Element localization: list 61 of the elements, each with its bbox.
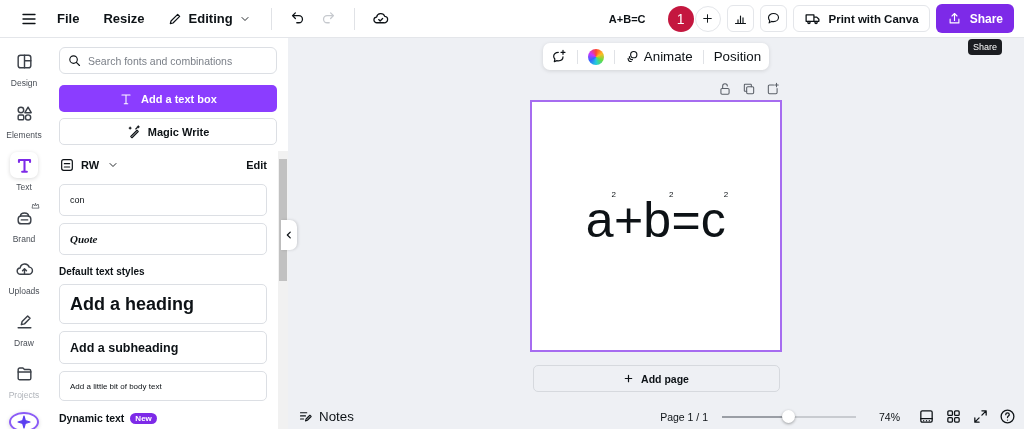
upload-icon	[946, 11, 962, 26]
position-button[interactable]: Position	[713, 49, 762, 64]
menu-button[interactable]: File	[47, 5, 90, 32]
grid-view-icon[interactable]	[945, 408, 962, 425]
page-view-icon[interactable]	[918, 408, 935, 425]
zoom-slider-thumb[interactable]	[782, 409, 795, 423]
magic-write-button[interactable]: Magic Write	[59, 118, 277, 145]
menu-button[interactable]: Resize	[93, 5, 155, 32]
brand-kit-dropdown[interactable]: RW	[81, 159, 120, 171]
notes-icon	[298, 409, 313, 424]
add-text-box-button[interactable]: Add a text box	[59, 85, 277, 112]
zoom-percentage[interactable]: 74%	[870, 410, 900, 423]
text-style-card[interactable]: Add a heading	[59, 284, 267, 324]
sparkle-icon	[16, 414, 32, 429]
sidebar-tab[interactable]: Design	[10, 48, 38, 88]
speech-bubble-icon	[765, 11, 781, 26]
section-title: Dynamic text	[59, 412, 125, 424]
layout-icon	[14, 51, 34, 71]
insights-button[interactable]	[726, 5, 754, 32]
plus-icon	[623, 373, 635, 384]
text-style-card[interactable]: Add a little bit of body text	[59, 371, 267, 401]
add-page-icon[interactable]	[766, 82, 780, 96]
crown-icon	[31, 201, 40, 210]
notes-button[interactable]: Notes	[298, 409, 354, 424]
collapse-panel-button[interactable]	[281, 220, 297, 250]
fullscreen-icon[interactable]	[972, 408, 989, 425]
user-avatar[interactable]: 1	[667, 5, 694, 32]
chevron-left-icon	[284, 230, 294, 240]
sidebar-tab[interactable]: Draw	[10, 308, 38, 348]
color-wheel-icon[interactable]	[587, 48, 604, 65]
scrollbar[interactable]	[278, 151, 288, 429]
magic-sparkle-button[interactable]	[9, 412, 39, 429]
edit-link[interactable]: Edit	[246, 159, 267, 171]
sidebar-tab[interactable]: Uploads	[8, 256, 40, 296]
section-title: Default text styles	[59, 266, 146, 277]
plus-icon	[701, 12, 715, 25]
sidebar-tab[interactable]: Brand	[10, 204, 38, 244]
comment-button[interactable]	[759, 5, 787, 32]
design-page[interactable]: a$^{2}$+b$^{2}$=c$^{2}$	[530, 100, 782, 352]
brand-kit-icon	[59, 157, 75, 173]
animate-button[interactable]: Animate	[624, 49, 693, 64]
duplicate-icon[interactable]	[742, 82, 756, 96]
comment-add-icon[interactable]	[550, 48, 567, 65]
design-title[interactable]: A+B=C	[608, 12, 646, 25]
page-indicator: Page 1 / 1	[660, 410, 708, 423]
share-button[interactable]: Share	[935, 4, 1014, 33]
sidebar-tab[interactable]: Elements	[6, 100, 42, 140]
text-icon	[119, 91, 134, 106]
help-icon[interactable]	[999, 408, 1016, 425]
add-page-button[interactable]: Add page	[532, 365, 780, 392]
font-sample-card[interactable]: con	[59, 184, 267, 216]
share-tooltip: Share	[967, 39, 1002, 55]
lock-icon[interactable]	[718, 82, 732, 96]
magic-pen-icon	[126, 124, 142, 139]
print-button[interactable]: Print with Canva	[792, 5, 930, 32]
new-badge: New	[130, 412, 157, 424]
font-sample-card[interactable]: Quote	[59, 223, 267, 255]
animate-icon	[624, 49, 640, 64]
search-field[interactable]: Search fonts and combinations	[59, 47, 277, 74]
editing-mode-dropdown[interactable]: Editing	[158, 4, 259, 33]
text-style-card[interactable]: Add a subheading	[59, 331, 267, 364]
